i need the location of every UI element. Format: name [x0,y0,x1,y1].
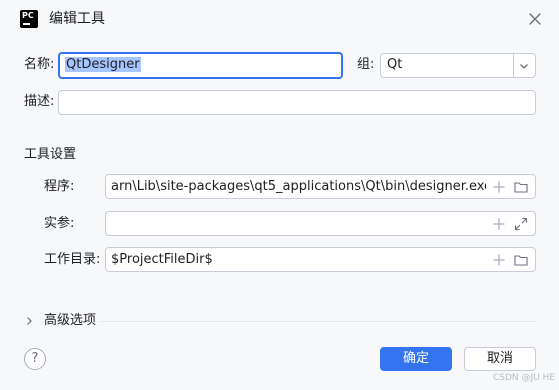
combobox-divider [513,54,514,77]
cancel-button[interactable]: 取消 [464,347,536,371]
program-label: 程序: [44,179,75,194]
chevron-right-icon [27,317,32,325]
group-combobox[interactable]: Qt [380,53,536,78]
advanced-options-label: 高级选项 [44,313,97,328]
add-macro-icon[interactable] [492,253,506,267]
group-label: 组: [357,57,375,72]
pycharm-logo-icon: PC [20,10,38,28]
title-bar: PC 编辑工具 [0,0,559,38]
name-input[interactable]: QtDesigner [58,52,343,79]
program-input-value: arn\Lib\site-packages\qt5_applications\Q… [111,179,493,194]
chevron-down-icon[interactable] [518,60,530,72]
program-input[interactable]: arn\Lib\site-packages\qt5_applications\Q… [105,174,536,199]
tool-settings-header: 工具设置 [24,147,77,162]
workdir-input-value: $ProjectFileDir$ [111,252,213,267]
folder-icon[interactable] [514,180,528,194]
advanced-separator [100,321,536,322]
folder-icon[interactable] [514,253,528,267]
ok-button[interactable]: 确定 [380,347,452,371]
add-macro-icon[interactable] [492,217,506,231]
watermark: CSDN @JU HE [493,373,556,383]
arguments-input[interactable] [105,211,536,236]
name-label: 名称: [24,57,55,72]
description-input[interactable] [58,90,536,115]
group-combobox-value: Qt [387,57,403,72]
name-input-value: QtDesigner [65,57,141,72]
dialog-title: 编辑工具 [49,11,105,27]
expand-icon[interactable] [514,217,528,231]
workdir-input[interactable]: $ProjectFileDir$ [105,247,536,272]
logo-text: PC [22,11,34,20]
add-macro-icon[interactable] [492,180,506,194]
logo-underline [23,23,30,25]
description-label: 描述: [24,94,55,109]
workdir-label: 工作目录: [44,252,101,267]
arguments-label: 实参: [44,216,75,231]
help-button[interactable]: ? [24,348,46,370]
close-icon[interactable] [526,10,544,28]
